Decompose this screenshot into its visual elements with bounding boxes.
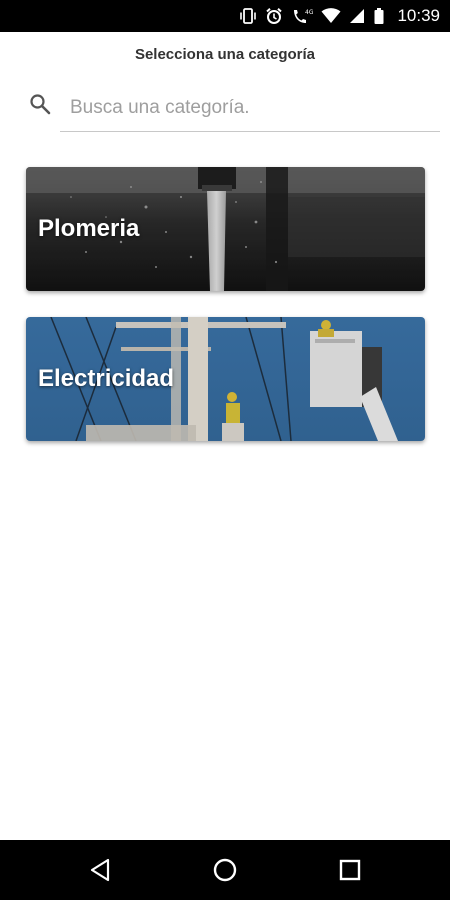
category-card-electricidad[interactable]: Electricidad <box>26 317 425 441</box>
home-button[interactable] <box>211 856 239 884</box>
home-icon <box>213 858 237 882</box>
search-input[interactable] <box>60 84 440 132</box>
back-icon <box>90 858 110 882</box>
vibrate-icon <box>240 8 257 24</box>
lte-call-icon: 4G <box>294 9 313 23</box>
back-button[interactable] <box>86 856 114 884</box>
battery-icon <box>374 8 384 24</box>
alarm-icon <box>266 8 283 24</box>
status-time: 10:39 <box>397 6 440 25</box>
wifi-icon <box>321 8 341 23</box>
navigation-bar <box>0 840 450 900</box>
lte-label: 4G <box>305 9 313 16</box>
search-icon[interactable] <box>28 92 52 116</box>
status-bar: 4G 10:39 <box>0 0 450 32</box>
signal-icon <box>350 9 365 23</box>
category-label: Electricidad <box>38 365 175 392</box>
recents-icon <box>339 859 361 881</box>
category-card-plomeria[interactable]: Plomeria <box>26 167 425 291</box>
status-icons: 4G 10:39 <box>239 0 440 32</box>
category-label: Plomeria <box>38 215 140 242</box>
page-title: Selecciona una categoría <box>134 46 316 63</box>
recents-button[interactable] <box>336 856 364 884</box>
